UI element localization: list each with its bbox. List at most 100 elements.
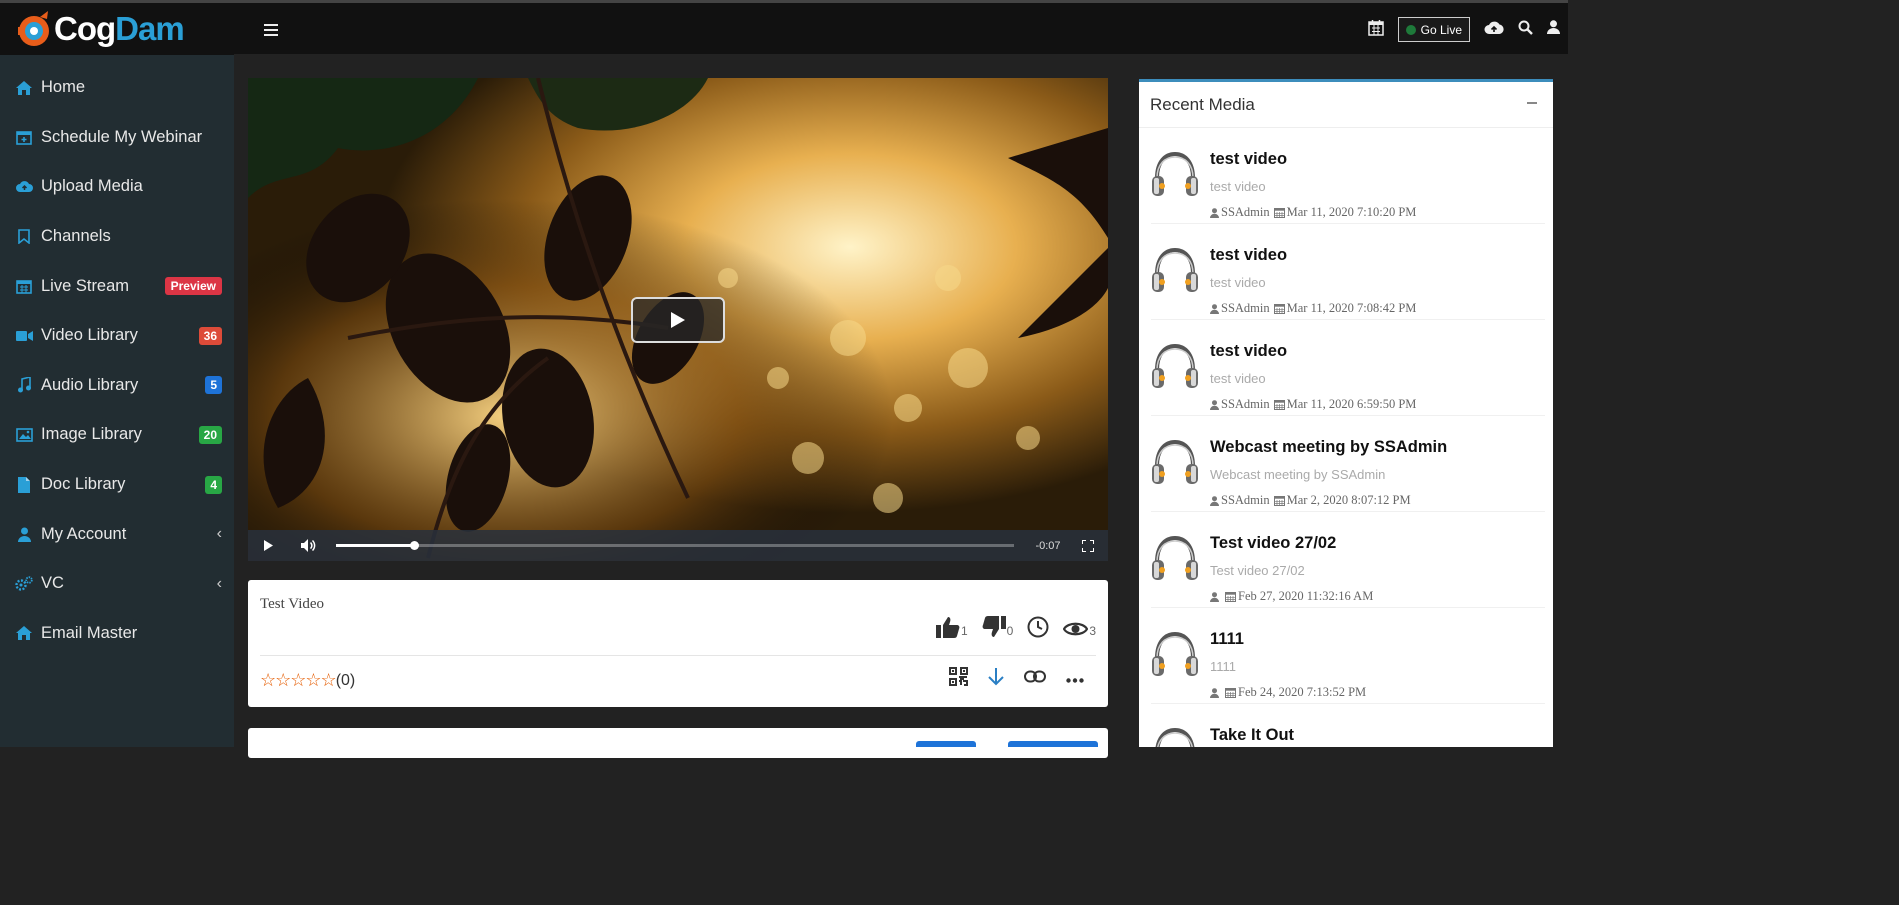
fullscreen-button[interactable] (1068, 539, 1108, 552)
media-title[interactable]: Webcast meeting by SSAdmin (1210, 438, 1447, 457)
sidebar-item-schedule-webinar[interactable]: Schedule My Webinar (0, 113, 234, 163)
media-author: SSAdmin (1221, 301, 1270, 315)
seek-bar-handle[interactable] (409, 541, 419, 550)
media-description: 1111 (1210, 659, 1237, 674)
media-meta: Feb 24, 2020 7:13:52 PM (1210, 685, 1366, 700)
panel-button[interactable] (916, 741, 976, 747)
link-icon[interactable] (1024, 670, 1046, 688)
sidebar: CogDam Home Schedule My Webinar Upload M… (0, 0, 234, 747)
sidebar-item-video-library[interactable]: Video Library 36 (0, 311, 234, 361)
media-details: Test video 27/02 Test video 27/02 Feb 27, … (1210, 534, 1373, 604)
media-description: Webcast meeting by SSAdmin (1210, 467, 1386, 482)
recent-media-item[interactable]: test video test video SSAdmin Mar 11, 2020 … (1151, 320, 1545, 416)
calendar-icon[interactable] (1367, 19, 1384, 41)
qr-code-icon[interactable] (949, 667, 968, 691)
media-title[interactable]: Take It Out (1210, 726, 1294, 745)
calendar-icon (1225, 592, 1236, 602)
headphones-icon (1152, 247, 1198, 292)
media-description: test video (1210, 275, 1266, 290)
sidebar-item-vc[interactable]: VC ‹ (0, 559, 234, 609)
home-icon (15, 624, 33, 642)
media-date: Mar 11, 2020 7:08:42 PM (1286, 301, 1417, 315)
count-badge: 5 (205, 376, 222, 395)
fullscreen-icon (1082, 539, 1094, 552)
user-icon (1210, 399, 1219, 410)
logo-text-cog: Cog (54, 10, 116, 47)
media-thumbnail[interactable] (1151, 534, 1199, 584)
watch-later-button[interactable] (1027, 616, 1049, 638)
recent-media-item[interactable]: test video test video SSAdmin Mar 11, 2020 … (1151, 128, 1545, 224)
media-thumbnail[interactable] (1151, 342, 1199, 392)
hamburger-menu-icon[interactable] (264, 24, 278, 36)
media-date: Mar 2, 2020 8:07:12 PM (1286, 493, 1411, 507)
like-count: 1 (960, 624, 968, 638)
dislike-button[interactable]: 0 (982, 616, 1013, 638)
header-actions: Go Live (1367, 17, 1560, 42)
sidebar-item-my-account[interactable]: My Account ‹ (0, 509, 234, 559)
next-panel (248, 728, 1108, 758)
logo[interactable]: CogDam (0, 0, 234, 55)
like-button[interactable]: 1 (935, 616, 968, 638)
play-button[interactable] (248, 540, 288, 551)
media-details: test video test video SSAdmin Mar 11, 2020 … (1210, 150, 1416, 220)
clock-icon (1027, 616, 1049, 638)
media-title[interactable]: test video (1210, 150, 1416, 169)
calendar-icon (1273, 304, 1285, 314)
sidebar-item-doc-library[interactable]: Doc Library 4 (0, 460, 234, 510)
recent-media-item[interactable]: test video test video SSAdmin Mar 11, 2020 … (1151, 224, 1545, 320)
user-icon[interactable] (1547, 20, 1560, 39)
date-icon-wrap (1273, 495, 1285, 506)
media-title[interactable]: Test video 27/02 (1210, 534, 1373, 553)
media-title[interactable]: 1111 (1210, 630, 1366, 649)
big-play-button[interactable] (631, 297, 725, 343)
media-thumbnail[interactable] (1151, 246, 1199, 296)
sidebar-nav: Home Schedule My Webinar Upload Media Ch… (0, 55, 234, 658)
sidebar-item-channels[interactable]: Channels (0, 212, 234, 262)
app: CogDam Home Schedule My Webinar Upload M… (0, 0, 1568, 758)
sidebar-item-image-library[interactable]: Image Library 20 (0, 410, 234, 460)
sidebar-item-label: VC (41, 574, 64, 593)
recent-media-item[interactable]: 1111 1111 Feb 24, 2020 7:13:52 PM (1151, 608, 1545, 704)
media-details: test video test video SSAdmin Mar 11, 2020 … (1210, 342, 1416, 412)
collapse-icon[interactable] (1527, 102, 1537, 104)
live-status-dot (1405, 24, 1416, 35)
media-title[interactable]: test video (1210, 342, 1416, 361)
sidebar-item-audio-library[interactable]: Audio Library 5 (0, 361, 234, 411)
go-live-label: Go Live (1420, 22, 1462, 37)
seek-bar[interactable] (336, 541, 1014, 550)
media-author: SSAdmin (1221, 205, 1270, 219)
rating-stars[interactable]: ☆☆☆☆☆ (260, 670, 337, 691)
sidebar-item-live-stream[interactable]: Live Stream Preview (0, 261, 234, 311)
volume-button[interactable] (288, 539, 328, 552)
media-thumbnail[interactable] (1151, 150, 1199, 200)
thumbs-down-icon (982, 616, 1006, 637)
media-thumbnail[interactable] (1151, 726, 1199, 747)
image-icon (15, 426, 33, 444)
count-badge: 4 (205, 475, 222, 494)
go-live-button[interactable]: Go Live (1397, 17, 1470, 42)
sidebar-item-home[interactable]: Home (0, 63, 234, 113)
media-title[interactable]: test video (1210, 246, 1416, 265)
recent-media-item[interactable]: Test video 27/02 Test video 27/02 Feb 27, … (1151, 512, 1545, 608)
main-content: -0:07 Test Video 1 0 3 ☆☆☆☆☆ (0) Recent … (234, 54, 1568, 758)
video-stats: 1 0 3 (935, 616, 1096, 638)
calendar-icon (1273, 208, 1285, 218)
media-meta: SSAdmin Mar 11, 2020 7:08:42 PM (1210, 301, 1416, 316)
media-thumbnail[interactable] (1151, 438, 1199, 488)
volume-icon (300, 539, 315, 552)
video-player[interactable]: -0:07 (248, 78, 1108, 561)
download-icon[interactable] (988, 667, 1004, 691)
media-thumbnail[interactable] (1151, 630, 1199, 680)
headphones-icon (1152, 439, 1198, 484)
more-options-icon[interactable] (1066, 670, 1084, 688)
panel-button[interactable] (1008, 741, 1098, 747)
count-badge: 20 (198, 425, 222, 444)
sidebar-item-email-master[interactable]: Email Master (0, 609, 234, 659)
search-icon[interactable] (1518, 20, 1533, 40)
recent-media-item[interactable]: Webcast meeting by SSAdmin Webcast meetin… (1151, 416, 1545, 512)
top-header: Go Live (234, 0, 1568, 54)
sidebar-item-upload-media[interactable]: Upload Media (0, 162, 234, 212)
media-details: test video test video SSAdmin Mar 11, 2020 … (1210, 246, 1416, 316)
recent-media-item[interactable]: Take It Out (1151, 704, 1545, 747)
cloud-upload-icon[interactable] (1484, 20, 1504, 40)
